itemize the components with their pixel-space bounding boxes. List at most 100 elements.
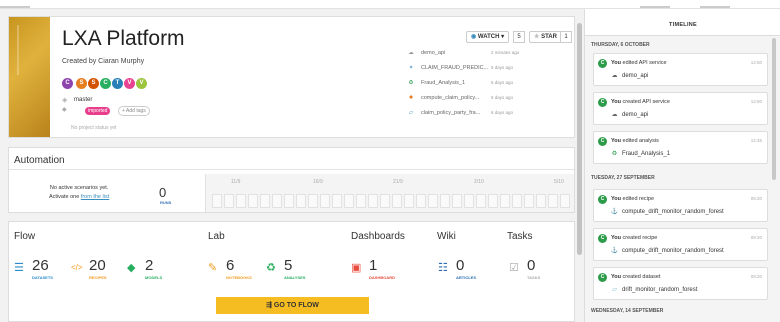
timeline-day-cell[interactable] — [236, 194, 246, 208]
event-time: 12:46 — [750, 138, 762, 143]
timeline-day-cell[interactable] — [512, 194, 522, 208]
event-action: edited recipe — [622, 196, 655, 202]
dashboard-icon: ▣ — [351, 262, 362, 274]
timeline-day-cell[interactable] — [224, 194, 234, 208]
user-avatar: C — [598, 137, 607, 146]
timeline-day-cell[interactable] — [260, 194, 270, 208]
activity-item[interactable]: ▱ claim_policy_party_fra... 6 days ago — [407, 110, 513, 116]
branch-name[interactable]: master — [74, 97, 92, 103]
event-description: You edited API service — [611, 60, 667, 66]
scenario-list-link[interactable]: from the list — [81, 194, 109, 200]
wiki-title[interactable]: Wiki — [437, 231, 456, 242]
timeline-day-cell[interactable] — [308, 194, 318, 208]
event-object[interactable]: ▱ drift_monitor_random_forest — [610, 286, 697, 293]
timeline-day-cell[interactable] — [332, 194, 342, 208]
timeline-day-cell[interactable] — [416, 194, 426, 208]
recycle-icon: ♻ — [408, 80, 414, 86]
sparkle-icon: ✦ — [408, 65, 414, 71]
timeline-day-header: TUESDAY, 27 SEPTEMBER — [591, 175, 655, 181]
timeline-day-cell[interactable] — [440, 194, 450, 208]
top-nav-bar — [0, 0, 780, 9]
timeline-day-cell[interactable] — [488, 194, 498, 208]
notebooks-count: 6 — [226, 257, 235, 274]
lab-title[interactable]: Lab — [208, 231, 225, 242]
avatar[interactable]: S — [76, 78, 87, 89]
event-object[interactable]: ⚓ compute_drift_monitor_random_forest — [610, 247, 724, 254]
timeline-day-cell[interactable] — [548, 194, 558, 208]
timeline-day-cell[interactable] — [536, 194, 546, 208]
event-object[interactable]: ⚓ compute_drift_monitor_random_forest — [610, 208, 724, 215]
activity-time: 6 days ago — [491, 110, 514, 115]
timeline-day-cell[interactable] — [560, 194, 570, 208]
timeline-day-cell[interactable] — [464, 194, 474, 208]
event-object[interactable]: ☁ demo_api — [610, 72, 649, 79]
project-creator: Created by Ciaran Murphy — [62, 58, 145, 65]
avatar[interactable]: C — [100, 78, 111, 89]
activity-name: demo_api — [421, 50, 446, 56]
avatar[interactable]: V — [124, 78, 135, 89]
timeline-event[interactable]: C You edited analysis 12:46 ♻ Fraud_Analysis… — [593, 131, 768, 164]
timeline-day-cell[interactable] — [380, 194, 390, 208]
timeline-event[interactable]: C You created dataset 09:20 ▱ drift_monitor_… — [593, 267, 768, 300]
project-title: LXA Platform — [62, 27, 185, 50]
dashboards-title[interactable]: Dashboards — [351, 231, 405, 242]
avatar[interactable]: S — [88, 78, 99, 89]
eye-icon: ◉ — [471, 34, 477, 40]
avatar[interactable]: T — [112, 78, 123, 89]
timeline-day-cell[interactable] — [392, 194, 402, 208]
activity-item[interactable]: ✹ compute_claim_policy... 6 days ago — [407, 95, 513, 101]
avatar[interactable]: V — [136, 78, 147, 89]
project-home: LXA Platform Created by Ciaran Murphy CS… — [0, 9, 584, 322]
timeline-event[interactable]: C You created API service 12:50 ☁ demo_api — [593, 92, 768, 125]
activity-time: 2 minutes ago — [491, 50, 520, 55]
event-description: You edited analysis — [611, 138, 659, 144]
models-count: 2 — [145, 257, 154, 274]
timeline-day-cell[interactable] — [404, 194, 414, 208]
event-object[interactable]: ☁ demo_api — [610, 111, 649, 118]
timeline-day-cell[interactable] — [500, 194, 510, 208]
timeline-event[interactable]: C You edited recipe 09:20 ⚓ compute_drift_mo… — [593, 189, 768, 222]
activity-item[interactable]: ☁ demo_api 2 minutes ago — [407, 50, 519, 56]
watch-count[interactable]: 5 — [513, 31, 525, 43]
watch-button[interactable]: ◉ WATCH ▾ — [466, 31, 510, 43]
timeline-day-cell[interactable] — [524, 194, 534, 208]
notebooks-label: NOTEBOOKS — [226, 275, 252, 280]
tasks-title[interactable]: Tasks — [507, 231, 533, 242]
folder-icon: ▱ — [408, 110, 414, 116]
event-object-name: compute_drift_monitor_random_forest — [622, 209, 724, 215]
activity-item[interactable]: ♻ Fraud_Analysis_1 5 days ago — [407, 80, 514, 86]
timeline-day-cell[interactable] — [368, 194, 378, 208]
timeline-day-cell[interactable] — [212, 194, 222, 208]
star-button[interactable]: ★ STAR — [529, 31, 562, 43]
timeline-day-cell[interactable] — [272, 194, 282, 208]
activity-name: claim_policy_party_fra... — [421, 110, 481, 116]
timeline-scrollbar[interactable] — [772, 38, 776, 180]
go-to-flow-button[interactable]: ⇶ GO TO FLOW — [216, 297, 369, 314]
timeline-day-cell[interactable] — [320, 194, 330, 208]
timeline-day-cell[interactable] — [248, 194, 258, 208]
flow-title[interactable]: Flow — [14, 231, 35, 242]
articles-icon: ☷ — [438, 262, 448, 274]
timeline-event[interactable]: C You edited API service 12:50 ☁ demo_api — [593, 53, 768, 86]
recipes-icon: </> — [71, 263, 83, 272]
star-count[interactable]: 1 — [560, 31, 572, 43]
activity-item[interactable]: ✦ CLAIM_FRAUD_PREDIC... 5 days ago — [407, 65, 513, 71]
tag-imported[interactable]: imported — [85, 107, 111, 115]
timeline-event[interactable]: C You created recipe 09:20 ⚓ compute_drift_m… — [593, 228, 768, 261]
dashboard-count: 1 — [369, 257, 378, 274]
main-scrollbar[interactable] — [577, 23, 582, 255]
timeline-day-cell[interactable] — [428, 194, 438, 208]
event-object-name: demo_api — [622, 73, 649, 79]
event-object[interactable]: ♻ Fraud_Analysis_1 — [610, 150, 670, 157]
add-tags-button[interactable]: + Add tags — [118, 106, 150, 116]
project-status[interactable]: No project status yet — [71, 125, 117, 131]
timeline-day-cell[interactable] — [296, 194, 306, 208]
avatar[interactable]: C — [62, 78, 73, 89]
timeline-day-cell[interactable] — [476, 194, 486, 208]
tasks-count: 0 — [527, 257, 536, 274]
timeline-day-cell[interactable] — [344, 194, 354, 208]
timeline-day-cell[interactable] — [356, 194, 366, 208]
timeline-day-cell[interactable] — [284, 194, 294, 208]
notebooks-icon: ✎ — [208, 262, 218, 274]
timeline-day-cell[interactable] — [452, 194, 462, 208]
